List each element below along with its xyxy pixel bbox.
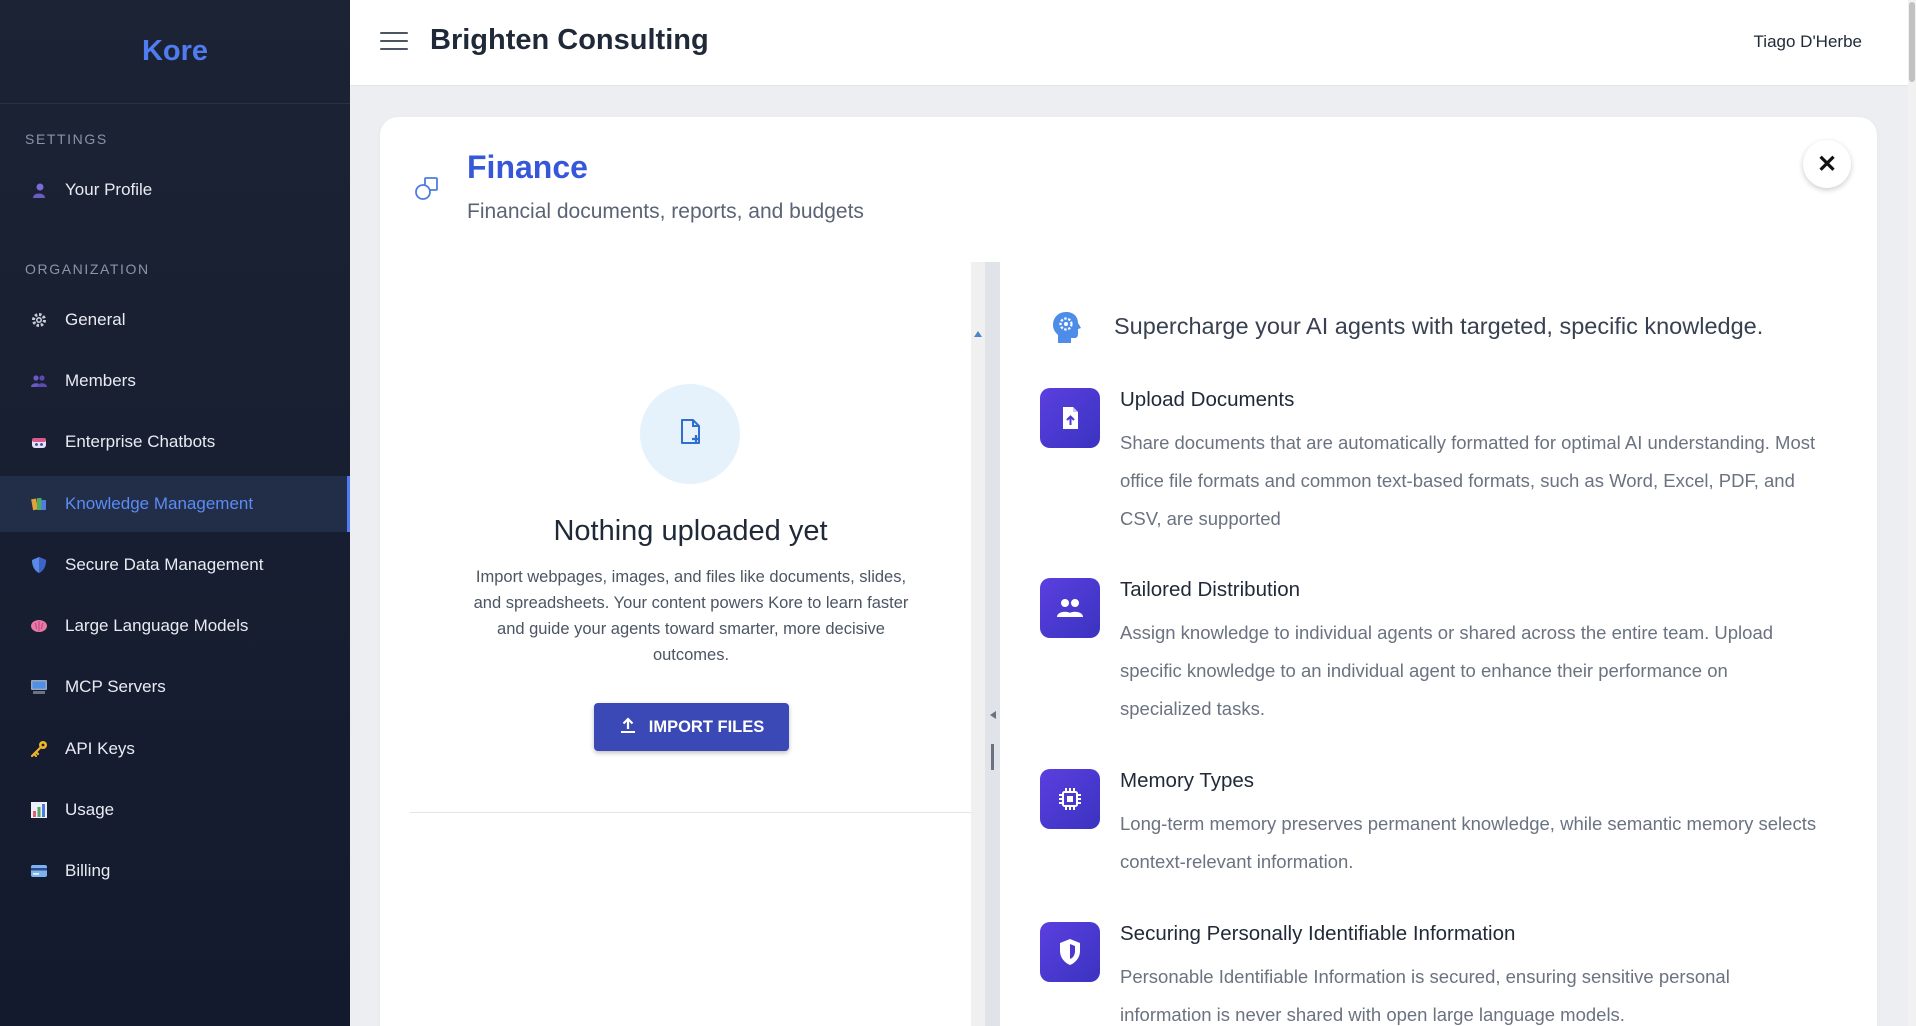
empty-state-title: Nothing uploaded yet xyxy=(553,515,828,547)
sidebar-item-your-profile[interactable]: Your Profile xyxy=(0,162,350,218)
settings-section-label: SETTINGS xyxy=(25,131,108,147)
feature-description: Long-term memory preserves permanent kno… xyxy=(1120,813,1817,872)
sidebar-item-label: Large Language Models xyxy=(65,616,249,635)
page-subtitle: Financial documents, reports, and budget… xyxy=(467,200,864,223)
sidebar-item-label: Members xyxy=(65,371,136,390)
sidebar: Kore SETTINGS Your Profile ORGANIZATION … xyxy=(0,0,350,1026)
group-icon xyxy=(1040,578,1100,638)
sidebar-item-label: Knowledge Management xyxy=(65,494,254,513)
divider xyxy=(410,812,971,813)
scroll-up-arrow-icon[interactable] xyxy=(974,331,982,337)
sidebar-item-label: Enterprise Chatbots xyxy=(65,432,216,451)
file-add-icon xyxy=(675,417,705,452)
sidebar-item-secure-data-management[interactable]: Secure Data Management xyxy=(0,537,350,593)
close-button[interactable]: ✕ xyxy=(1803,140,1851,188)
sidebar-item-enterprise-chatbots[interactable]: Enterprise Chatbots xyxy=(0,414,350,470)
sidebar-item-usage[interactable]: Usage xyxy=(0,782,350,838)
sidebar-item-billing[interactable]: Billing xyxy=(0,843,350,899)
scrollbar-thumb[interactable] xyxy=(1909,2,1915,82)
person-icon xyxy=(30,181,48,199)
sidebar-item-label: Usage xyxy=(65,800,115,819)
credit-card-icon xyxy=(30,862,48,880)
sidebar-item-mcp-servers[interactable]: MCP Servers xyxy=(0,659,350,715)
sidebar-item-knowledge-management[interactable]: Knowledge Management xyxy=(0,476,350,532)
books-icon xyxy=(30,495,48,513)
company-name: Brighten Consulting xyxy=(430,24,709,56)
brand-name: Kore xyxy=(141,35,209,67)
sidebar-item-general[interactable]: General xyxy=(0,292,350,348)
file-upload-icon xyxy=(1040,388,1100,448)
brain-icon xyxy=(30,617,48,635)
feature-title: Memory Types xyxy=(1120,769,1255,792)
feature-title: Securing Personally Identifiable Informa… xyxy=(1120,922,1516,945)
key-icon xyxy=(30,740,48,758)
import-files-button[interactable]: IMPORT FILES xyxy=(594,703,789,751)
feature-description: Share documents that are automatically f… xyxy=(1120,432,1816,529)
sidebar-item-label: General xyxy=(65,310,126,329)
page-scrollbar[interactable] xyxy=(1908,0,1916,1026)
feature-description: Personable Identifiable Information is s… xyxy=(1120,966,1730,1025)
feature-description: Assign knowledge to individual agents or… xyxy=(1120,622,1774,719)
feature-title: Tailored Distribution xyxy=(1120,578,1301,601)
brand-logo[interactable]: Kore xyxy=(0,0,350,104)
shapes-icon xyxy=(412,173,442,203)
collapse-left-icon[interactable] xyxy=(990,711,996,719)
panel-splitter[interactable] xyxy=(985,262,1000,1026)
shield-icon xyxy=(30,556,48,574)
info-pane: Supercharge your AI agents with targeted… xyxy=(1000,262,1877,1026)
info-tagline: Supercharge your AI agents with targeted… xyxy=(1114,313,1764,339)
sidebar-item-label: MCP Servers xyxy=(65,677,166,696)
sidebar-item-api-keys[interactable]: API Keys xyxy=(0,721,350,777)
chip-icon xyxy=(1040,769,1100,829)
menu-icon[interactable] xyxy=(380,32,408,54)
page-title: Finance xyxy=(467,149,588,185)
file-list-pane: Nothing uploaded yet Import webpages, im… xyxy=(410,262,985,1026)
drag-handle[interactable] xyxy=(991,744,994,770)
upload-icon xyxy=(619,716,649,739)
import-files-label: IMPORT FILES xyxy=(648,717,765,736)
top-bar: Brighten Consulting Tiago D'Herbe xyxy=(350,0,1908,86)
sidebar-item-members[interactable]: Members xyxy=(0,353,350,409)
pane-scrollbar[interactable] xyxy=(971,262,985,1026)
empty-state-description: Import webpages, images, and files like … xyxy=(473,568,909,664)
bar-chart-icon xyxy=(30,801,48,819)
feature-title: Upload Documents xyxy=(1120,388,1295,411)
computer-icon xyxy=(30,678,48,696)
sidebar-item-label: API Keys xyxy=(65,739,135,758)
user-menu[interactable]: Tiago D'Herbe xyxy=(1754,32,1862,52)
sidebar-item-label: Secure Data Management xyxy=(65,555,264,574)
sidebar-item-large-language-models[interactable]: Large Language Models xyxy=(0,598,350,654)
sidebar-item-label: Your Profile xyxy=(65,180,153,199)
upload-placeholder xyxy=(640,384,740,484)
knowledge-base-card: Finance Financial documents, reports, an… xyxy=(380,117,1877,1026)
organization-section-label: ORGANIZATION xyxy=(25,261,150,277)
sidebar-item-label: Billing xyxy=(65,861,111,880)
gear-icon xyxy=(30,311,48,329)
security-shield-icon xyxy=(1040,922,1100,982)
ai-head-icon xyxy=(1050,310,1082,346)
people-icon xyxy=(30,372,48,390)
robot-icon xyxy=(30,433,48,451)
